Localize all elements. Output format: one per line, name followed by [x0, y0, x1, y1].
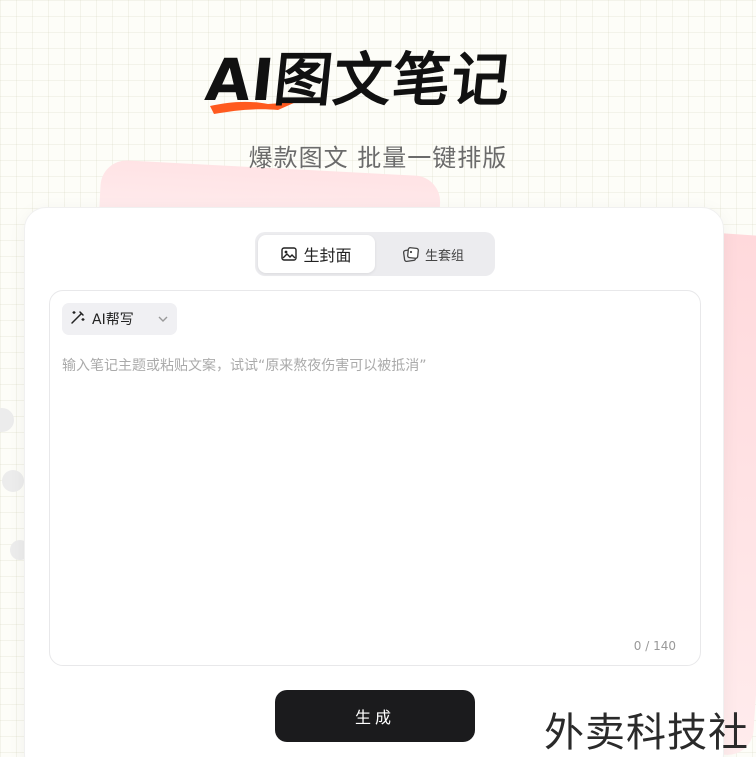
tab-cover-label: 生封面 — [303, 246, 352, 265]
tab-set[interactable]: 生套组 — [375, 235, 492, 273]
images-icon — [402, 246, 419, 262]
background-dot — [0, 408, 14, 432]
note-editor: AI帮写 0 / 140 — [49, 290, 701, 666]
logo-title: AI图文笔记 — [202, 46, 515, 114]
tagline: 爆款图文 批量一键排版 — [248, 144, 508, 172]
app-logo: AI图文笔记 — [202, 46, 551, 122]
mode-tabs: 生封面 生套组 — [255, 232, 495, 276]
character-counter: 0 / 140 — [633, 639, 676, 653]
watermark: 外卖科技社 — [544, 710, 749, 756]
background-dot — [2, 470, 24, 492]
note-topic-input[interactable] — [62, 355, 688, 625]
main-card: 生封面 生套组 AI帮写 输入笔记主题或粘贴文案，试试“原来熬夜伤害可以被抵消”… — [24, 207, 724, 757]
generate-button[interactable]: 生成 — [275, 690, 475, 742]
magic-wand-icon — [70, 309, 86, 329]
chevron-down-icon — [157, 311, 169, 327]
tab-cover[interactable]: 生封面 — [258, 235, 375, 273]
ai-assist-dropdown[interactable]: AI帮写 — [62, 303, 177, 335]
ai-assist-label: AI帮写 — [92, 312, 134, 328]
tab-set-label: 生套组 — [424, 248, 464, 264]
image-icon — [281, 247, 298, 261]
